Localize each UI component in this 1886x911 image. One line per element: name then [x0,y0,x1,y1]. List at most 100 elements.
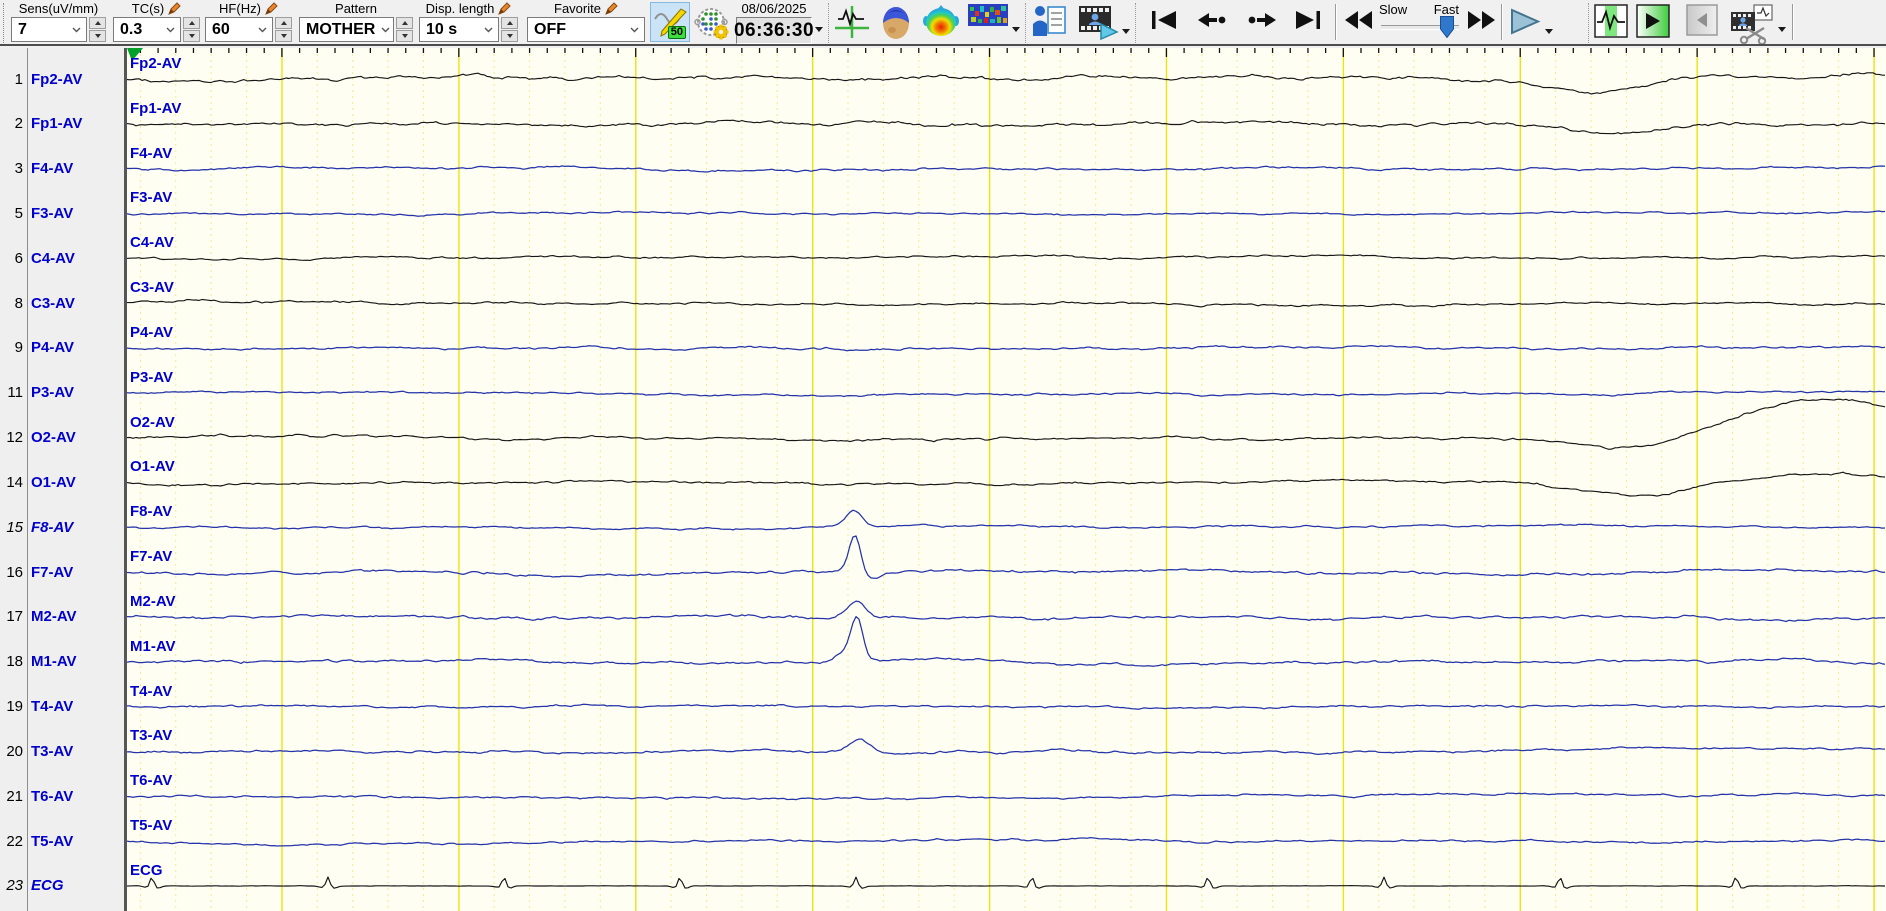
channel-row[interactable]: 21 T6-AV [0,786,124,806]
patient-info-button[interactable] [1031,4,1067,38]
rewind-button[interactable] [1345,10,1373,30]
eeg-trace [127,600,1886,623]
head-map-button[interactable] [880,4,912,40]
disp-length-stepper[interactable] [501,17,518,42]
spectrogram-dsa-icon [968,4,1008,26]
speed-slider[interactable]: Slow Fast [1377,0,1465,42]
channel-label: M2-AV [31,608,77,626]
slider-fast-label: Fast [1433,2,1459,17]
slider-thumb[interactable] [1440,16,1454,43]
channel-row[interactable]: 18 M1-AV [0,652,124,672]
channel-number: 21 [6,787,23,805]
tc-stepper[interactable] [183,17,200,42]
clip-dropdown-arrow[interactable] [1778,27,1786,36]
channel-number: 16 [6,563,23,581]
hf-combobox[interactable]: 60 [205,17,273,42]
channel-row[interactable]: 11 P3-AV [0,383,124,403]
channel-row[interactable]: 6 C4-AV [0,248,124,268]
time-display[interactable]: 06:36:30 [734,17,814,44]
video-clip-button[interactable] [1730,4,1774,44]
channel-row[interactable]: 2 Fp1-AV [0,114,124,134]
play-dropdown-arrow[interactable] [1545,29,1553,38]
favorite-label: Favorite [554,1,601,16]
skip-start-icon [1152,11,1176,29]
edit-pencil-icon[interactable] [605,2,618,15]
waveform-cursor-button[interactable] [834,4,870,40]
spin-down-icon[interactable] [275,30,292,42]
pattern-combobox[interactable]: MOTHER [299,17,394,42]
spin-down-icon[interactable] [501,30,518,42]
disp-length-label: Disp. length [425,1,495,16]
channel-number: 19 [6,698,23,716]
eeg-trace [127,876,1885,889]
play-icon [1511,8,1541,35]
spin-up-icon[interactable] [183,17,200,29]
spin-up-icon[interactable] [396,17,413,29]
video-review-button[interactable] [1077,4,1119,40]
tc-combobox[interactable]: 0.3 [113,17,181,42]
favorite-combobox[interactable]: OFF [527,17,645,42]
channel-label: F4-AV [31,160,74,178]
hf-stepper[interactable] [275,17,292,42]
channel-row[interactable]: 8 C3-AV [0,293,124,313]
channel-row[interactable]: 9 P4-AV [0,338,124,358]
channel-row[interactable]: 12 O2-AV [0,428,124,448]
channel-row[interactable]: 14 O1-AV [0,472,124,492]
eeg-traces-canvas[interactable] [127,48,1886,911]
channel-row[interactable]: 16 F7-AV [0,562,124,582]
channel-label: C3-AV [31,294,75,312]
step-back-button[interactable] [1198,10,1228,30]
spin-up-icon[interactable] [275,17,292,29]
sens-stepper[interactable] [89,17,106,42]
pattern-stepper[interactable] [396,17,413,42]
channel-row[interactable]: 5 F3-AV [0,203,124,223]
tc-group: TC(s) 0.3 [113,0,200,42]
channel-row[interactable]: 22 T5-AV [0,831,124,851]
montage-setup-button[interactable] [692,2,732,42]
video-dropdown-arrow[interactable] [1122,29,1130,38]
channel-row[interactable]: 1 Fp2-AV [0,69,124,89]
channel-row[interactable]: 15 F8-AV [0,517,124,537]
eeg-trace [127,535,1886,579]
separator [1501,4,1503,40]
disp-length-combobox[interactable]: 10 s [419,17,499,42]
channel-row[interactable]: 20 T3-AV [0,741,124,761]
dsa-button[interactable] [968,4,1008,26]
spin-up-icon[interactable] [89,17,106,29]
edit-pencil-icon[interactable] [265,2,278,15]
fast-forward-button[interactable] [1467,10,1495,30]
channel-row[interactable]: 3 F4-AV [0,159,124,179]
wave-review-mode-button[interactable] [1594,4,1628,38]
toolbar: Sens(uV/mm) 7 TC(s) 0.3 HF(Hz) 60 Patter… [0,0,1886,46]
channel-label: M1-AV [31,653,77,671]
spin-down-icon[interactable] [89,30,106,42]
play-button[interactable] [1509,8,1541,35]
topo-map-button[interactable] [922,4,960,38]
eeg-trace [127,390,1886,398]
map-dropdown-arrow[interactable] [1012,27,1020,36]
eeg-trace [127,703,1886,710]
sens-combobox[interactable]: 7 [11,17,87,42]
step-forward-button[interactable] [1246,10,1276,30]
time-dropdown-arrow[interactable] [815,27,823,36]
channel-row[interactable]: 19 T4-AV [0,697,124,717]
skip-end-button[interactable] [1294,10,1321,30]
trace-label: T4-AV [130,682,173,700]
waveform-area[interactable]: Fp2-AV Fp1-AV F4-AV F3-AV C4-AV C3-AV P4-AV P3-… [127,48,1886,911]
channel-row[interactable]: 23 ECG [0,876,124,896]
toolbar-grip[interactable] [3,3,4,43]
play-forward-mode-button[interactable] [1636,4,1670,38]
play-backward-mode-button[interactable] [1686,4,1718,36]
channel-label: Fp1-AV [31,115,83,133]
channel-label: Fp2-AV [31,70,83,88]
spin-down-icon[interactable] [183,30,200,42]
skip-start-button[interactable] [1151,10,1178,30]
channel-row[interactable]: 17 M2-AV [0,607,124,627]
channel-label: T5-AV [31,832,74,850]
edit-pencil-icon[interactable] [168,2,181,15]
spin-up-icon[interactable] [501,17,518,29]
edit-pencil-icon[interactable] [498,2,512,15]
spin-down-icon[interactable] [396,30,413,42]
channel-number: 17 [6,608,23,626]
notch-filter-50-button[interactable]: 50 [650,2,690,42]
